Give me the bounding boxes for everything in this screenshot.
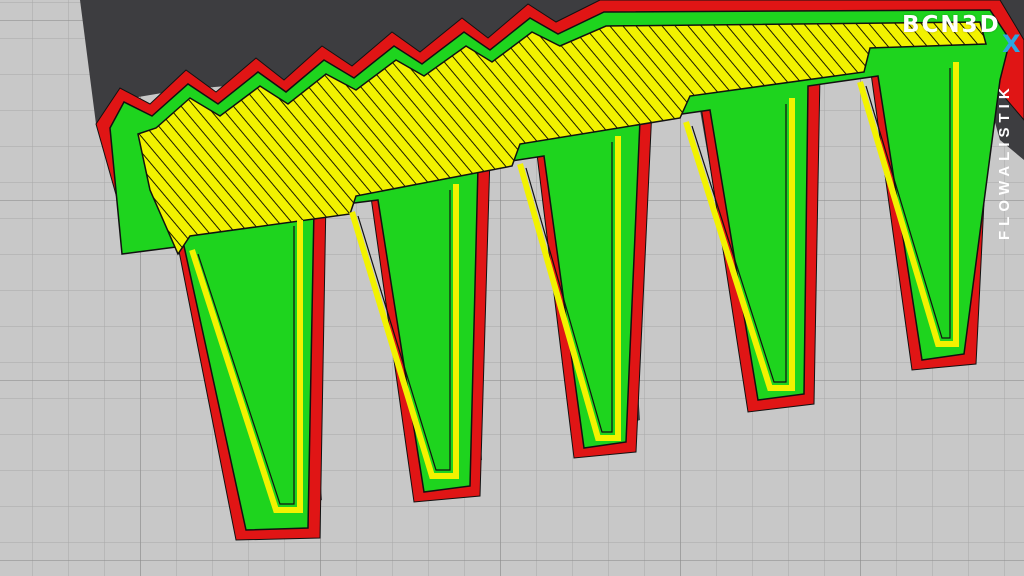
brand-logo-mark: X [1002,30,1021,58]
brand-logo-text: BCN3D [902,12,1001,38]
sliced-part-preview[interactable] [0,0,1024,576]
brand-logo: BCN3D X [898,10,1024,60]
side-brand-watermark: FLOWALISTIK [996,83,1013,240]
build-plate-viewport[interactable]: BCN3D X FLOWALISTIK [0,0,1024,576]
